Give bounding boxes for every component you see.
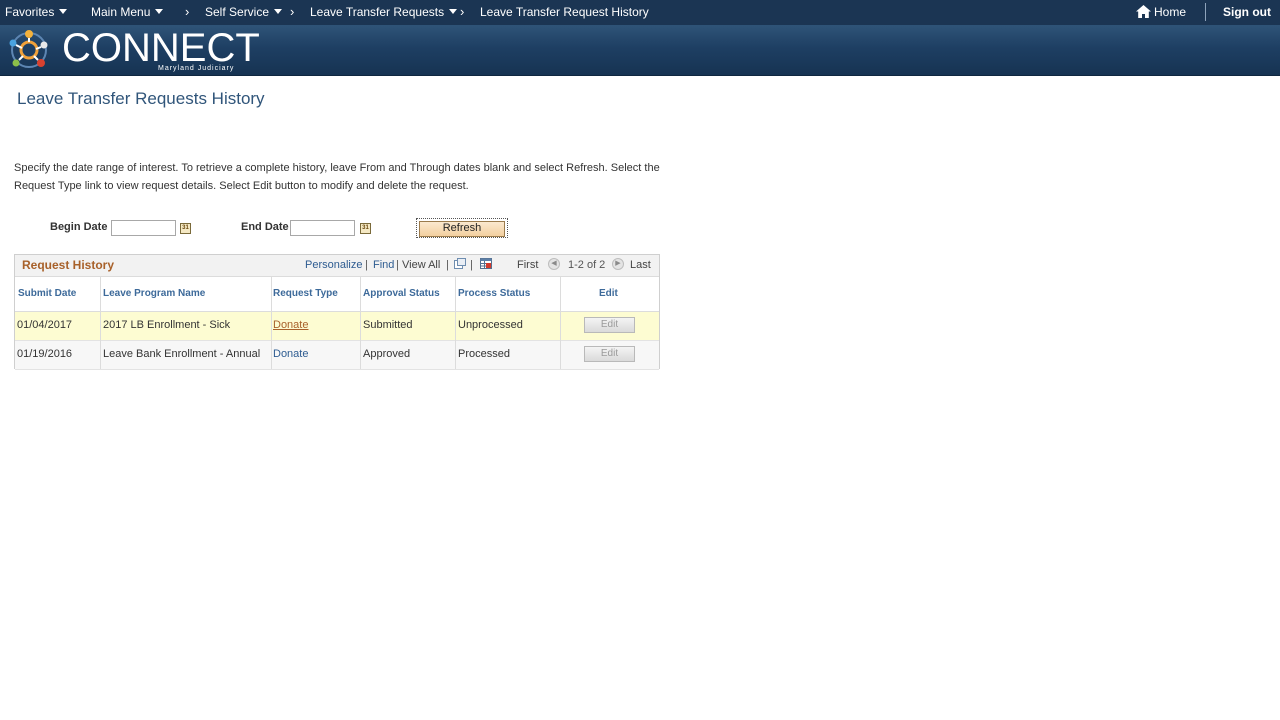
nav-divider [1205,3,1206,21]
chevron-down-icon [59,9,68,14]
leave-program-cell: 2017 LB Enrollment - Sick [103,319,231,331]
refresh-focus-ring: Refresh [416,218,508,238]
begin-date-input[interactable] [111,220,176,236]
process-status-cell: Processed [458,348,510,360]
request-type-link[interactable]: Donate [273,348,308,360]
home-icon [1136,5,1151,18]
column-divider [360,277,361,369]
breadcrumb-label: Self Service [205,5,270,19]
header-banner: CONNECT Maryland Judiciary [0,25,1280,76]
end-date-label: End Date [241,221,289,233]
instructions-line: Specify the date range of interest. To r… [14,162,660,174]
personalize-link[interactable]: Personalize [305,259,362,271]
edit-button[interactable]: Edit [584,346,635,362]
column-header-leave-program-name[interactable]: Leave Program Name [103,288,205,299]
last-page-label: Last [630,259,651,271]
page-title: Leave Transfer Requests History [17,89,265,108]
column-header-submit-date[interactable]: Submit Date [18,288,76,299]
view-all-link[interactable]: View All [402,259,440,271]
table-row: 01/19/2016 Leave Bank Enrollment - Annua… [15,341,659,370]
favorites-menu[interactable]: Favorites [5,5,68,19]
breadcrumb-current-page: Leave Transfer Request History [480,5,649,19]
column-divider [271,277,272,369]
favorites-label: Favorites [5,5,55,19]
chevron-down-icon [449,9,458,14]
home-label: Home [1154,5,1187,19]
approval-status-cell: Approved [363,348,411,360]
begin-date-label: Begin Date [50,221,108,233]
request-type-link[interactable]: Donate [273,319,308,331]
grid-column-header-row: Submit Date Leave Program Name Request T… [15,277,659,312]
chevron-down-icon [274,9,283,14]
grid-title: Request History [22,258,115,272]
leave-program-cell: Leave Bank Enrollment - Annual [103,348,261,360]
next-arrow-icon[interactable]: ▶ [612,258,624,270]
nav-divider: | [446,259,449,271]
breadcrumb-self-service[interactable]: Self Service [205,5,283,19]
column-divider [560,277,561,369]
table-row: 01/04/2017 2017 LB Enrollment - Sick Don… [15,312,659,341]
column-header-request-type[interactable]: Request Type [273,288,338,299]
edit-button[interactable]: Edit [584,317,635,333]
request-history-grid: Request History Personalize | Find | Vie… [14,254,660,370]
calendar-icon[interactable]: 31 [360,223,371,234]
chevron-right-icon: › [185,4,190,19]
previous-arrow-icon[interactable]: ◀ [548,258,560,270]
end-date-input[interactable] [290,220,355,236]
chevron-right-icon: › [290,4,295,19]
breadcrumb-label: Leave Transfer Requests [310,5,445,19]
home-link[interactable]: Home [1136,5,1186,19]
nav-divider: | [470,259,473,271]
instructions-text: Specify the date range of interest. To r… [14,159,674,195]
find-link[interactable]: Find [373,259,394,271]
column-divider [455,277,456,369]
breadcrumb-leave-transfer-requests[interactable]: Leave Transfer Requests [310,5,458,19]
maryland-judiciary-subtitle: Maryland Judiciary [158,65,235,72]
process-status-cell: Unprocessed [458,319,523,331]
sign-out-link[interactable]: Sign out [1223,5,1271,19]
nav-divider: | [365,259,368,271]
main-menu[interactable]: Main Menu [91,5,164,19]
chevron-right-icon: › [460,4,465,19]
zoom-grid-icon[interactable] [454,258,466,269]
column-header-edit: Edit [599,288,618,299]
instructions-line: Request Type link to view request detail… [14,180,469,192]
first-page-label: First [517,259,539,271]
calendar-icon[interactable]: 31 [180,223,191,234]
approval-status-cell: Submitted [363,319,413,331]
column-header-process-status[interactable]: Process Status [458,288,530,299]
connect-logo-icon [9,30,48,68]
refresh-button[interactable]: Refresh [419,221,505,237]
main-menu-label: Main Menu [91,5,151,19]
column-header-approval-status[interactable]: Approval Status [363,288,440,299]
column-divider [100,277,101,369]
submit-date-cell: 01/04/2017 [17,319,73,331]
download-spreadsheet-icon[interactable] [480,258,492,269]
chevron-down-icon [155,9,164,14]
submit-date-cell: 01/19/2016 [17,348,73,360]
top-navigation-bar: Favorites Main Menu › Self Service › Lea… [0,0,1280,25]
nav-divider: | [396,259,399,271]
grid-header-bar: Request History Personalize | Find | Vie… [15,255,659,277]
row-range-text: 1-2 of 2 [568,259,606,271]
